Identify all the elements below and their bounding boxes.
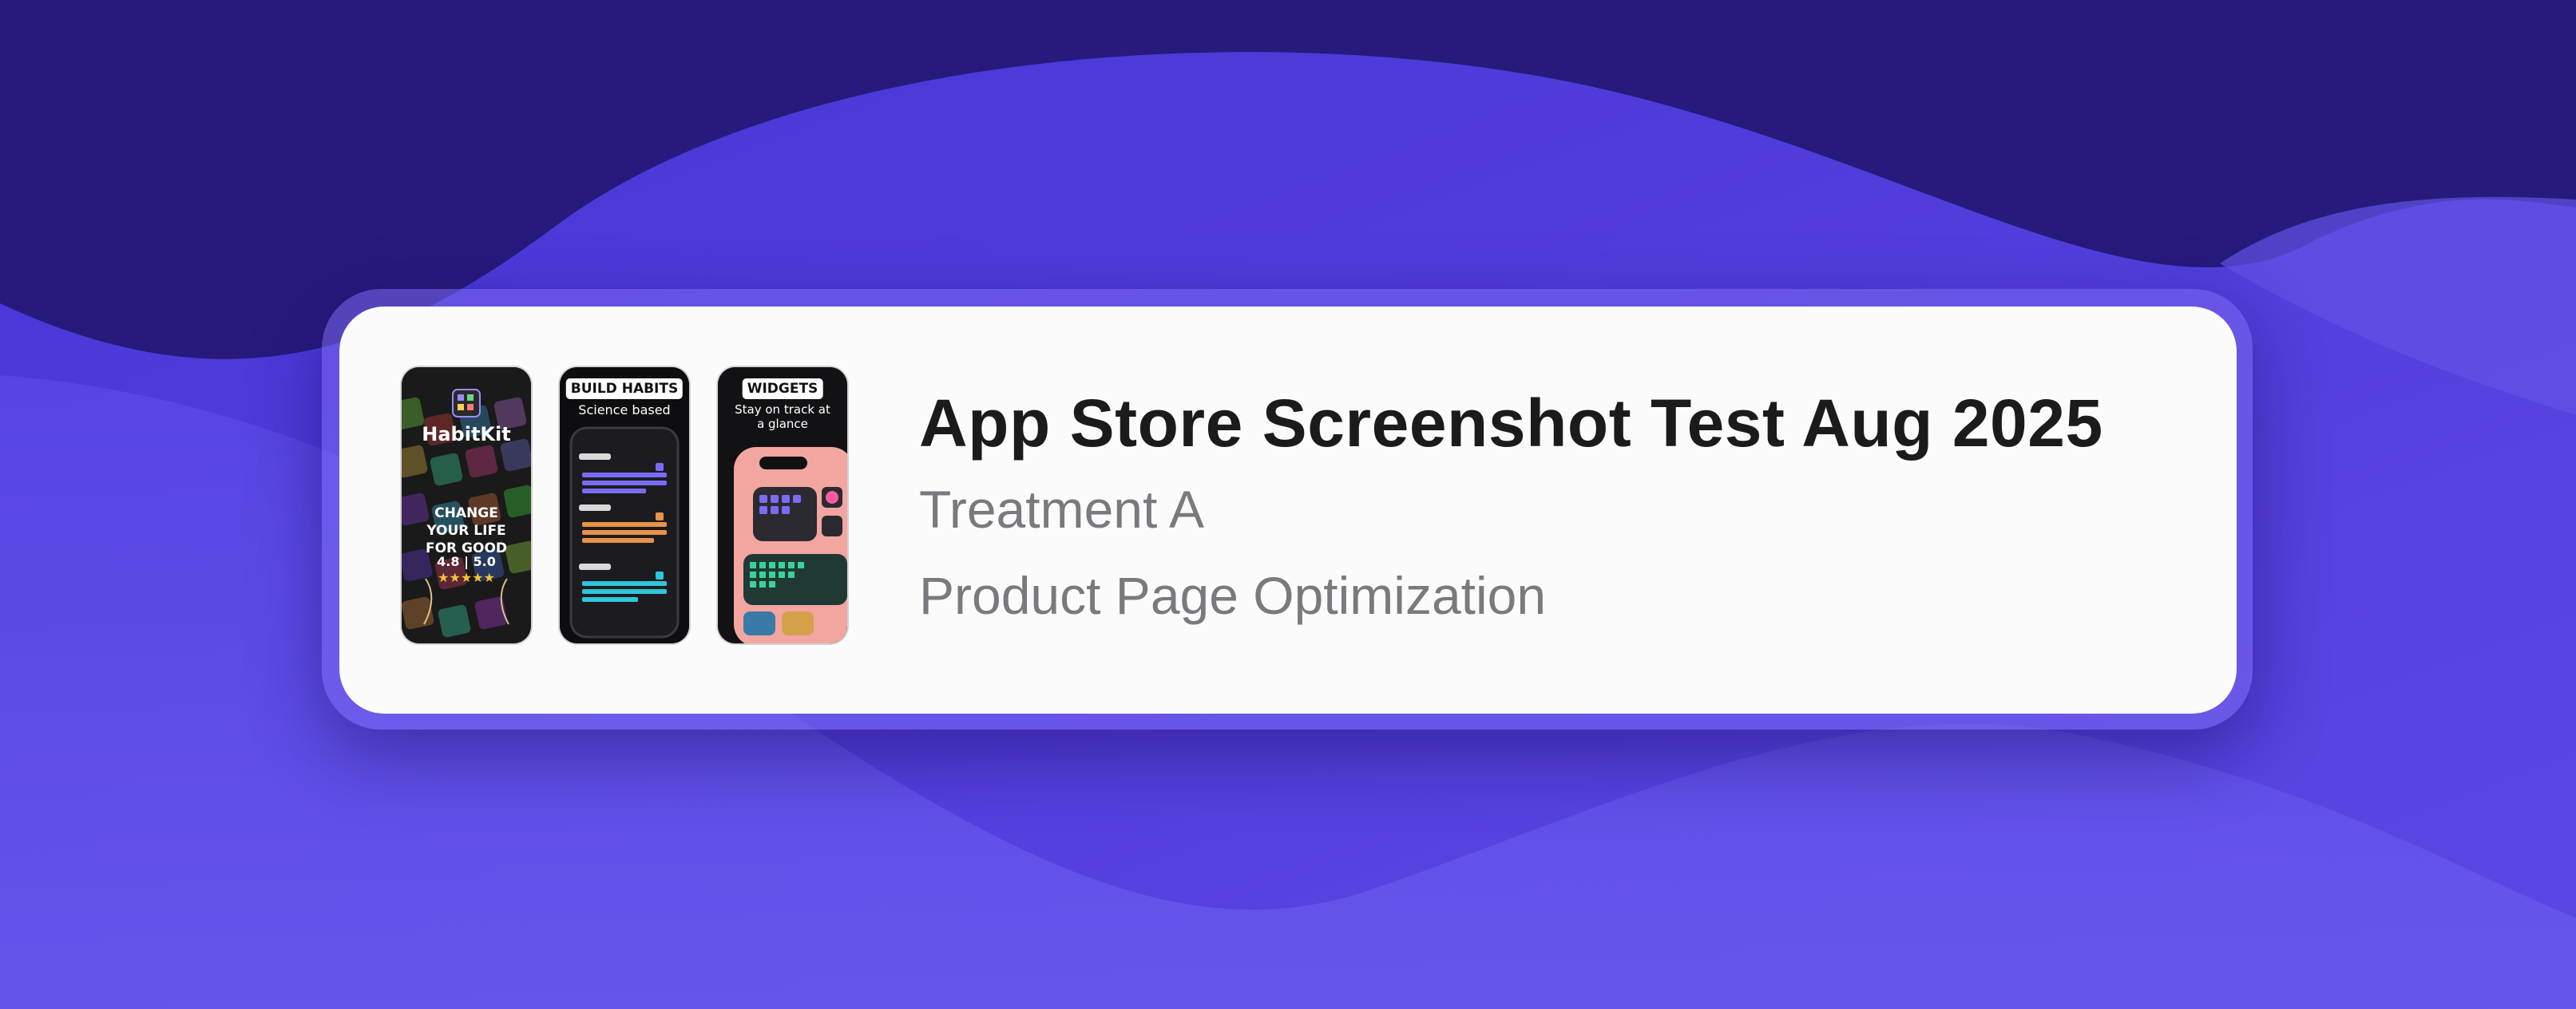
thumbnail-build-habits[interactable]: BUILD HABITS Science based — [560, 367, 689, 643]
experiment-card[interactable]: HabitKit CHANGE YOUR LIFE FOR GOOD 4.8 |… — [339, 307, 2237, 714]
thumbnail-widgets[interactable]: WIDGETS Stay on track at a glance — [718, 367, 847, 643]
habitkit-brand: HabitKit — [422, 423, 511, 445]
habitkit-tagline: CHANGE YOUR LIFE FOR GOOD — [425, 505, 508, 556]
experiment-type: Product Page Optimization — [919, 566, 1547, 625]
habitkit-rating: 4.8 | 5.0 — [437, 554, 496, 569]
widgets-caption: Stay on track at a glance — [735, 402, 830, 431]
build-habits-caption: Science based — [578, 402, 671, 417]
card-text: App Store Screenshot Test Aug 2025 Treat… — [919, 383, 2197, 627]
thumbnail-habitkit[interactable]: HabitKit CHANGE YOUR LIFE FOR GOOD 4.8 |… — [402, 367, 531, 643]
build-habits-badge: BUILD HABITS — [565, 378, 684, 399]
experiment-title: App Store Screenshot Test Aug 2025 — [919, 386, 2103, 461]
habitkit-stars: ★★★★★ — [438, 570, 495, 585]
treatment-label: Treatment A — [919, 480, 1205, 539]
screenshot-thumbnails: HabitKit CHANGE YOUR LIFE FOR GOOD 4.8 |… — [402, 367, 897, 648]
widgets-badge: WIDGETS — [742, 378, 823, 399]
